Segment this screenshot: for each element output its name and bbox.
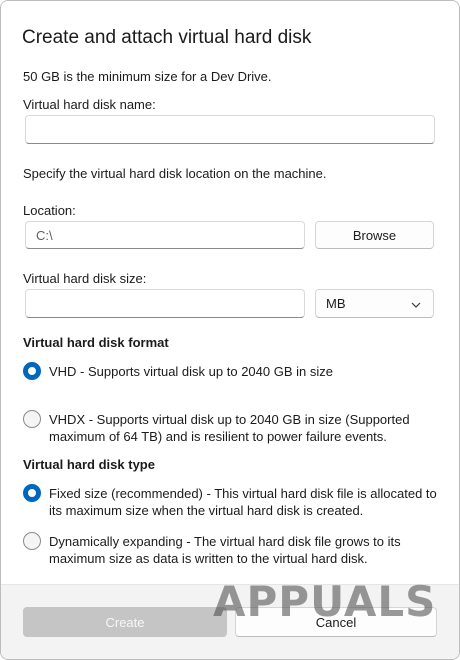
location-instruction: Specify the virtual hard disk location o… [23, 166, 327, 181]
appuals-watermark-logo: APPUALS [213, 577, 437, 626]
dev-drive-min-size-note: 50 GB is the minimum size for a Dev Driv… [23, 69, 272, 84]
location-input[interactable]: C:\ [25, 221, 305, 249]
radio-vhd-label[interactable]: VHD - Supports virtual disk up to 2040 G… [49, 363, 333, 380]
radio-dynamically-expanding-label[interactable]: Dynamically expanding - The virtual hard… [49, 533, 401, 567]
create-vhd-dialog: Create and attach virtual hard disk 50 G… [0, 0, 460, 660]
size-unit-dropdown[interactable]: MB [315, 289, 434, 318]
vhd-format-heading: Virtual hard disk format [23, 335, 169, 350]
dialog-title: Create and attach virtual hard disk [22, 27, 312, 48]
vhd-name-label: Virtual hard disk name: [23, 97, 156, 112]
browse-button[interactable]: Browse [315, 221, 434, 249]
size-unit-value: MB [326, 296, 346, 311]
radio-dynamically-expanding[interactable] [23, 532, 41, 550]
chevron-down-icon [411, 296, 421, 311]
vhd-size-input[interactable] [25, 289, 305, 318]
dialog-content: Create and attach virtual hard disk 50 G… [1, 1, 459, 585]
location-label: Location: [23, 203, 76, 218]
radio-vhdx[interactable] [23, 410, 41, 428]
radio-vhd[interactable] [23, 362, 41, 380]
vhd-size-label: Virtual hard disk size: [23, 271, 147, 286]
radio-vhdx-label[interactable]: VHDX - Supports virtual disk up to 2040 … [49, 411, 410, 445]
vhd-type-heading: Virtual hard disk type [23, 457, 155, 472]
radio-fixed-size[interactable] [23, 484, 41, 502]
radio-fixed-size-label[interactable]: Fixed size (recommended) - This virtual … [49, 485, 437, 519]
vhd-name-input[interactable] [25, 115, 435, 144]
create-button[interactable]: Create [23, 607, 227, 637]
